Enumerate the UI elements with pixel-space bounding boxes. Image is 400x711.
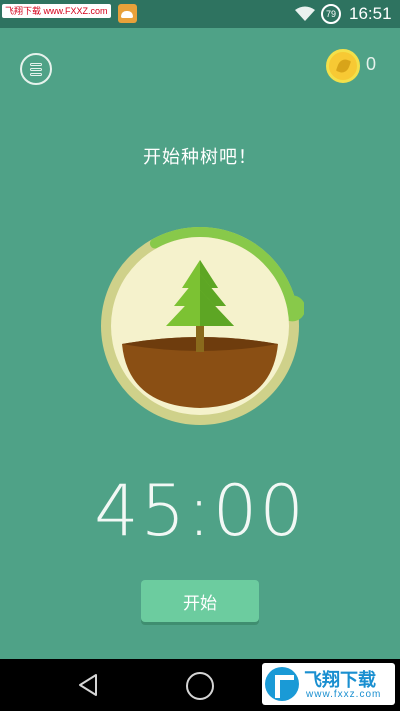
- nav-bar: 飞翔下载 www.fxxz.com: [0, 659, 400, 711]
- home-icon[interactable]: [186, 672, 214, 700]
- watermark-top: 飞翔下载 www.FXXZ.com: [2, 4, 111, 18]
- app-notification-icon: [118, 4, 137, 23]
- status-time: 16:51: [349, 4, 392, 23]
- watermark-logo-icon: [265, 667, 299, 701]
- watermark-url: www.fxxz.com: [306, 689, 382, 700]
- battery-icon: 79: [321, 4, 341, 24]
- status-bar: 飞翔下载 www.FXXZ.com 79 16:51: [0, 0, 400, 28]
- coin-icon[interactable]: [326, 49, 360, 83]
- watermark-logo: 飞翔下载 www.fxxz.com: [262, 663, 395, 705]
- back-icon[interactable]: [76, 673, 100, 697]
- tree-dial-graphic: [101, 227, 306, 425]
- page-title: 开始种树吧！: [143, 147, 257, 168]
- menu-button[interactable]: [20, 53, 52, 85]
- start-button[interactable]: 开始: [141, 580, 259, 622]
- menu-icon: [30, 63, 42, 66]
- tree-timer-dial[interactable]: [96, 222, 306, 430]
- coin-count: 0: [366, 54, 377, 74]
- timer-display: 45:00: [94, 470, 306, 552]
- wifi-icon: [295, 6, 315, 21]
